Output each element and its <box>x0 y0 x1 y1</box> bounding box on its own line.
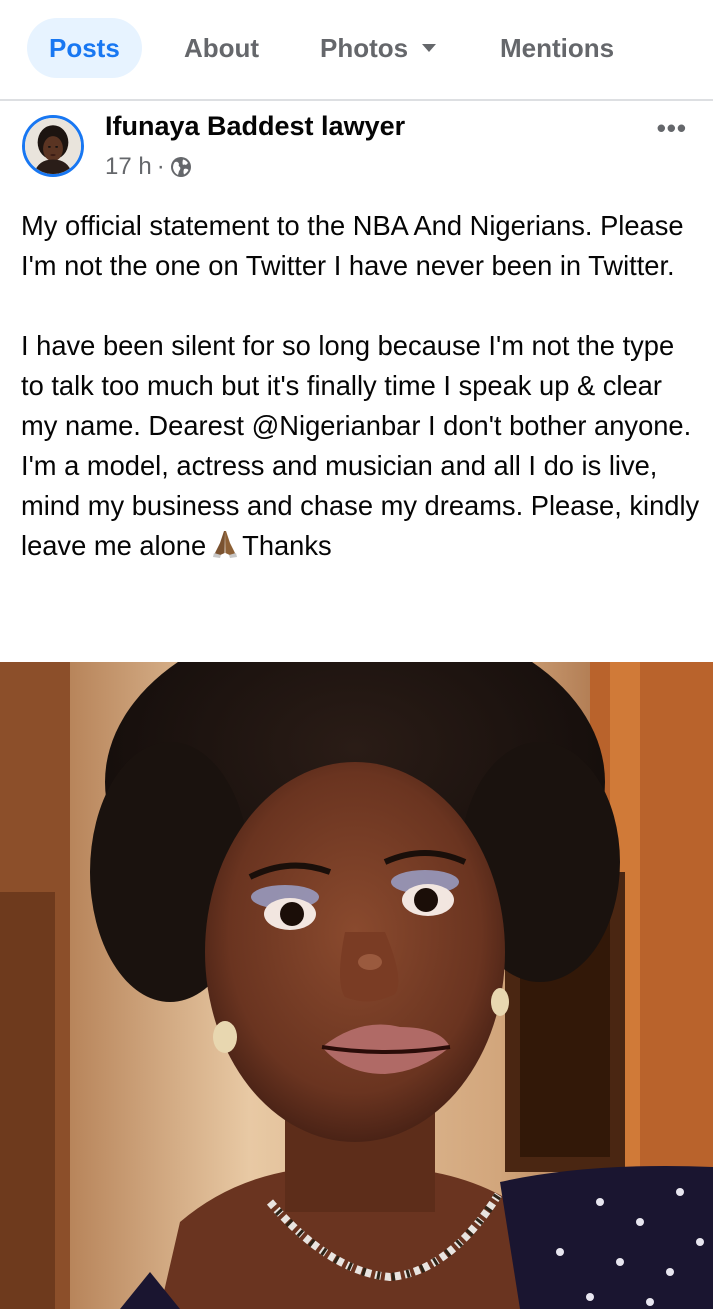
post-header: Ifunaya Baddest lawyer 17 h · ••• <box>0 101 713 193</box>
post-author-name[interactable]: Ifunaya Baddest lawyer <box>105 111 405 142</box>
more-options-button[interactable]: ••• <box>657 113 687 144</box>
globe-icon <box>170 157 191 177</box>
avatar[interactable] <box>22 115 84 177</box>
caret-down-icon <box>422 44 437 53</box>
meta-separator: · <box>156 153 165 180</box>
tab-posts[interactable]: Posts <box>27 18 142 78</box>
post-photo[interactable] <box>0 662 713 1309</box>
post-meta: 17 h · <box>105 153 192 181</box>
folded-hands-icon <box>213 531 238 558</box>
post-paragraph-2-end: Thanks <box>242 530 332 561</box>
profile-tabs: Posts About Photos Mentions <box>0 0 713 98</box>
tab-photos[interactable]: Photos <box>320 18 437 78</box>
post-text: My official statement to the NBA And Nig… <box>21 206 701 566</box>
post-paragraph-1: My official statement to the NBA And Nig… <box>21 210 684 281</box>
tab-about[interactable]: About <box>184 18 259 78</box>
tab-photos-label: Photos <box>320 33 409 63</box>
tab-mentions[interactable]: Mentions <box>500 18 614 78</box>
post-paragraph-2-text: I have been silent for so long because I… <box>21 330 700 561</box>
post-paragraph-2: I have been silent for so long because I… <box>21 326 701 566</box>
post-timestamp[interactable]: 17 h <box>105 153 152 181</box>
post-photo-image <box>0 662 713 1309</box>
avatar-image <box>25 118 81 174</box>
